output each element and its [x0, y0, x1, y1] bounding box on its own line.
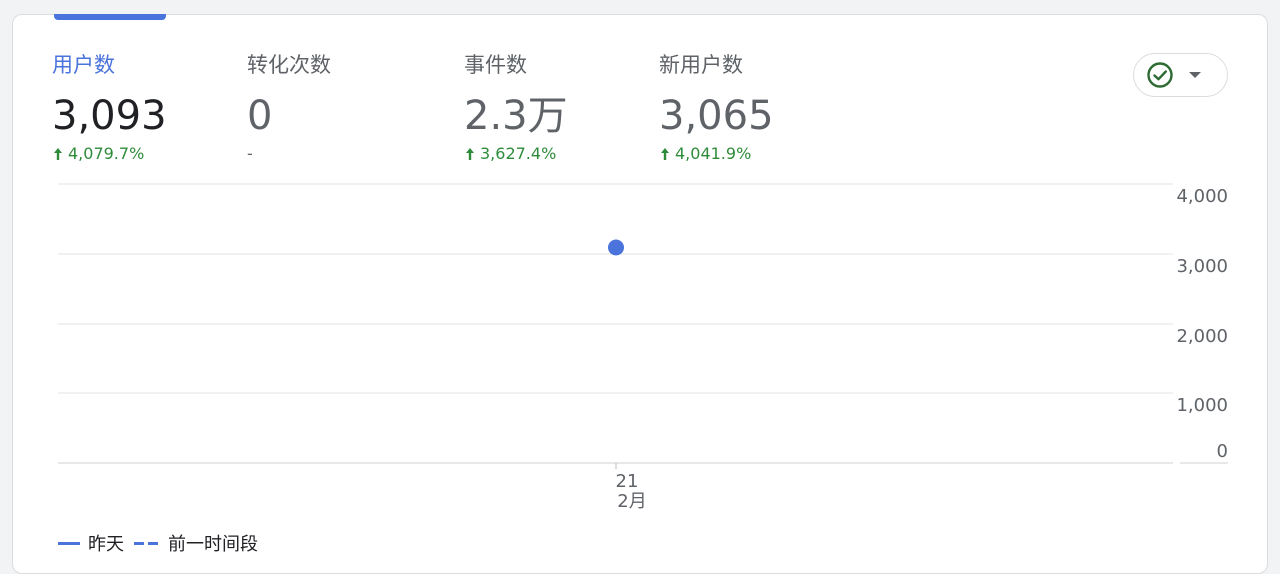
legend-item-current[interactable]: 昨天	[58, 530, 124, 556]
legend-swatch-solid	[58, 541, 80, 545]
data-point[interactable]	[608, 239, 624, 256]
x-tick-sublabel: 2月	[617, 491, 646, 512]
y-tick-label: 2,000	[1176, 326, 1228, 347]
legend-label: 昨天	[88, 534, 124, 555]
y-tick-label: 3,000	[1176, 256, 1228, 277]
legend-swatch-dashed	[134, 541, 160, 545]
legend-label: 前一时间段	[168, 534, 258, 555]
legend-item-previous[interactable]: 前一时间段	[134, 530, 258, 556]
y-tick-label: 0	[1217, 441, 1228, 462]
chart-legend: 昨天 前一时间段	[58, 530, 258, 556]
x-tick-label: 21	[616, 471, 639, 492]
y-tick-label: 4,000	[1176, 186, 1228, 207]
y-tick-label: 1,000	[1176, 395, 1228, 416]
line-chart: 4,000 3,000 2,000 1,000 0 212月	[58, 183, 1228, 512]
